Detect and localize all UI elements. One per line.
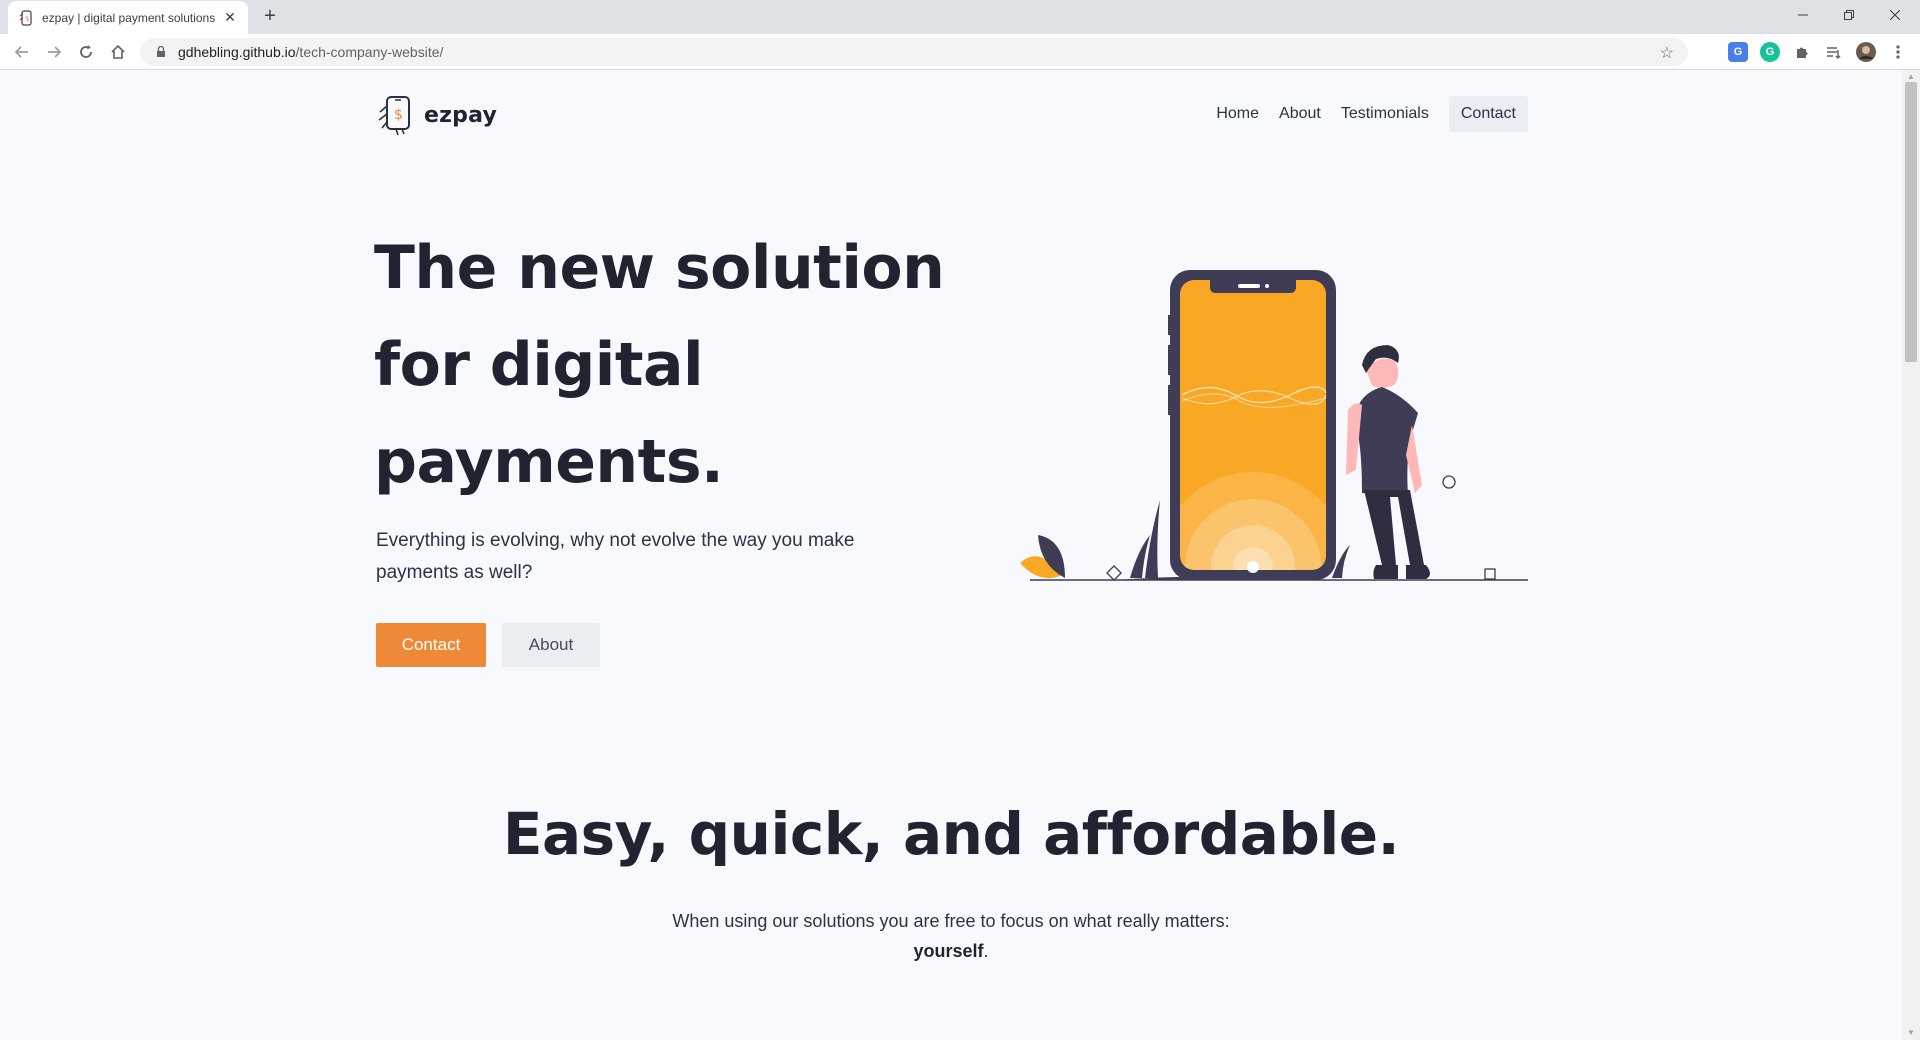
ezpay-logo-icon: $ (378, 96, 410, 136)
diamond-shape (1106, 565, 1122, 581)
close-window-icon[interactable] (1872, 0, 1918, 30)
url-path: /tech-company-website/ (295, 44, 444, 60)
browser-tab-bar: $ ezpay | digital payment solutions ✕ + (0, 0, 1920, 34)
profile-avatar[interactable] (1854, 40, 1878, 64)
menu-icon[interactable] (1886, 40, 1910, 64)
hero-about-button[interactable]: About (502, 623, 600, 667)
hero-title-line-3: payments. (374, 427, 724, 497)
reload-icon[interactable] (74, 40, 98, 64)
features-text-bold: yourself (913, 941, 984, 961)
translate-icon[interactable]: G (1728, 42, 1748, 62)
person-figure (1346, 345, 1430, 579)
brand-name: ezpay (424, 102, 497, 128)
scroll-up-icon[interactable]: ▲ (1906, 72, 1916, 82)
lock-icon[interactable] (154, 45, 168, 59)
nav-testimonials-link[interactable]: Testimonials (1331, 96, 1439, 132)
hero-title-line-1: The new solution (374, 233, 945, 303)
reading-list-icon[interactable] (1822, 40, 1846, 64)
page-scrollbar[interactable]: ▲ ▼ (1902, 70, 1920, 1040)
new-tab-button[interactable]: + (258, 5, 282, 29)
brand[interactable]: $ ezpay (376, 94, 497, 136)
nav-about-link[interactable]: About (1269, 96, 1331, 132)
tab-close-icon[interactable]: ✕ (222, 9, 238, 26)
phone-camera (1265, 284, 1269, 288)
minimize-icon[interactable] (1780, 0, 1826, 30)
svg-text:$: $ (394, 107, 403, 123)
url-text: gdhebling.github.io/tech-company-website… (178, 44, 443, 60)
restore-icon[interactable] (1826, 0, 1872, 30)
hero-title-line-2: for digital (374, 330, 704, 400)
nav-home-link[interactable]: Home (1206, 96, 1269, 132)
hero-illustration (1020, 270, 1528, 581)
features-text-main: When using our solutions you are free to… (672, 911, 1230, 931)
nav-links: Home About Testimonials Contact (1206, 96, 1528, 132)
phone-button (1168, 315, 1172, 335)
hero-title: The new solution for digital payments. (374, 220, 994, 511)
ezpay-favicon-icon: $ (18, 9, 34, 26)
phone-button (1168, 345, 1172, 375)
svg-text:$: $ (25, 15, 29, 23)
home-indicator (1247, 561, 1259, 573)
phone-speaker (1238, 284, 1260, 288)
features-text-end: . (983, 941, 989, 961)
page-viewport: $ ezpay Home About Testimonials Contact … (0, 70, 1902, 1040)
browser-tab[interactable]: $ ezpay | digital payment solutions ✕ (8, 1, 248, 34)
address-bar[interactable]: gdhebling.github.io/tech-company-website… (140, 38, 1688, 66)
hero-contact-button[interactable]: Contact (376, 623, 486, 667)
circle-shape (1442, 475, 1456, 489)
site-navbar: $ ezpay Home About Testimonials Contact (376, 94, 1528, 136)
nav-contact-button[interactable]: Contact (1448, 96, 1528, 132)
hero-subtitle: Everything is evolving, why not evolve t… (376, 530, 855, 583)
extensions-icon[interactable] (1790, 40, 1814, 64)
forward-icon[interactable] (42, 40, 66, 64)
square-shape (1484, 568, 1496, 580)
back-icon[interactable] (10, 40, 34, 64)
tab-title: ezpay | digital payment solutions (42, 10, 216, 25)
phone-button (1168, 385, 1172, 415)
browser-toolbar: gdhebling.github.io/tech-company-website… (0, 34, 1920, 70)
features-text: When using our solutions you are free to… (0, 906, 1902, 966)
home-icon[interactable] (106, 40, 130, 64)
grammarly-icon[interactable]: G (1760, 42, 1780, 62)
features-title: Easy, quick, and affordable. (502, 800, 1400, 868)
scrollbar-thumb[interactable] (1905, 82, 1917, 362)
star-icon[interactable]: ☆ (1660, 43, 1674, 63)
scroll-down-icon[interactable]: ▼ (1906, 1028, 1916, 1038)
url-host: gdhebling.github.io (178, 44, 296, 60)
